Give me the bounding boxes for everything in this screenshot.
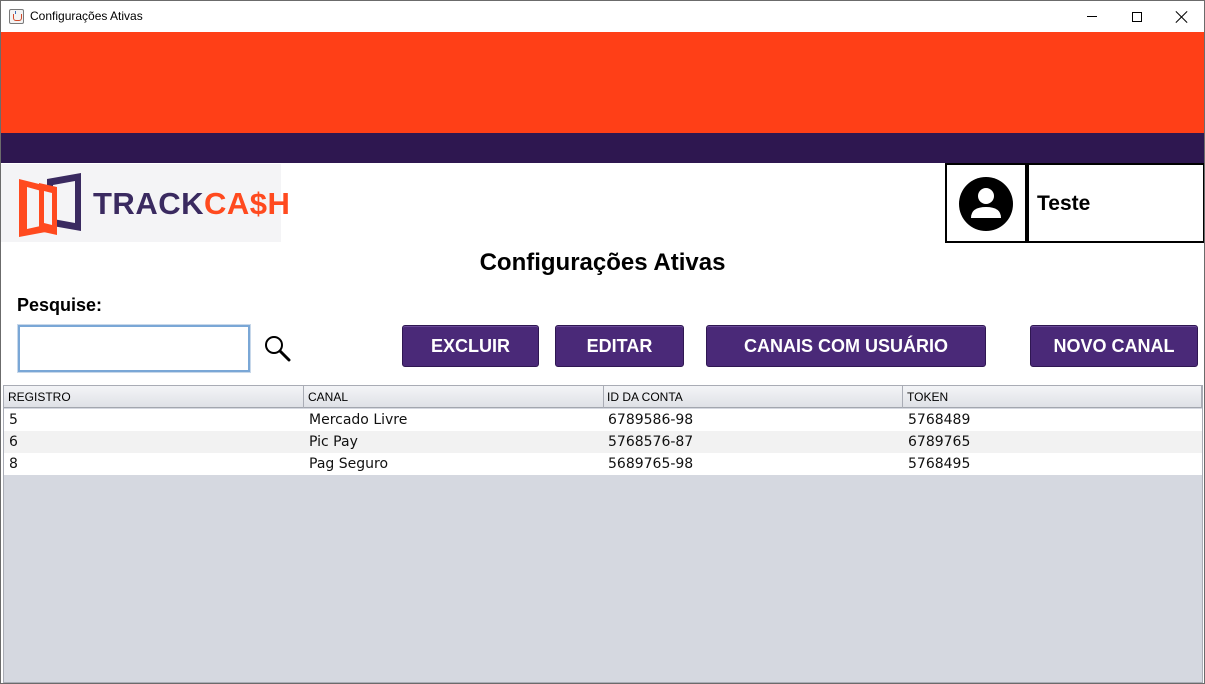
cell-id-conta: 6789586-98 [608, 412, 694, 428]
cell-canal: Pag Seguro [309, 456, 389, 472]
logo-text-track: TRACK [93, 186, 204, 221]
cell-token: 5768489 [908, 412, 971, 428]
page-title: Configurações Ativas [479, 249, 726, 276]
header-banner-purple [1, 133, 1204, 163]
close-icon [1176, 11, 1188, 23]
cell-registro: 5 [9, 412, 18, 428]
new-channel-button[interactable]: NOVO CANAL [1030, 325, 1198, 367]
user-avatar-box[interactable] [945, 163, 1027, 243]
close-button[interactable] [1159, 1, 1204, 32]
door-logo-icon [19, 173, 81, 237]
channels-with-user-button[interactable]: CANAIS COM USUÁRIO [706, 325, 986, 367]
minimize-button[interactable] [1069, 1, 1115, 32]
cell-canal: Mercado Livre [309, 412, 408, 428]
table-header: REGISTRO CANAL ID DA CONTA TOKEN [4, 386, 1202, 408]
java-app-icon [9, 9, 24, 24]
minimize-icon [1087, 16, 1097, 17]
search-label: Pesquise: [17, 295, 103, 315]
column-header-id-conta[interactable]: ID DA CONTA [603, 386, 903, 408]
cell-registro: 8 [9, 456, 18, 472]
table-row[interactable]: 8 Pag Seguro 5689765-98 5768495 [4, 453, 1202, 475]
cell-canal: Pic Pay [309, 434, 358, 450]
window-title: Configurações Ativas [30, 9, 143, 23]
cell-id-conta: 5689765-98 [608, 456, 694, 472]
table-row[interactable]: 5 Mercado Livre 6789586-98 5768489 [4, 409, 1202, 431]
title-bar[interactable]: Configurações Ativas [1, 1, 1204, 32]
header-banner-orange [1, 32, 1204, 133]
delete-button[interactable]: EXCLUIR [402, 325, 539, 367]
cell-id-conta: 5768576-87 [608, 434, 694, 450]
trackcash-logo: TRACKCA$H [1, 164, 290, 242]
logo-wordmark: TRACKCA$H [93, 186, 290, 222]
column-header-canal[interactable]: CANAL [304, 386, 604, 408]
user-avatar-icon [959, 177, 1013, 231]
user-name-box: Teste [1027, 163, 1204, 243]
maximize-icon [1132, 11, 1142, 22]
table-row[interactable]: 6 Pic Pay 5768576-87 6789765 [4, 431, 1202, 453]
cell-token: 6789765 [908, 434, 971, 450]
edit-button[interactable]: EDITAR [555, 325, 684, 367]
search-input[interactable] [17, 324, 251, 373]
app-window: Configurações Ativas TRACKCA$H Teste Con… [0, 0, 1205, 684]
logo-text-cash: CA$H [204, 186, 291, 221]
cell-registro: 6 [9, 434, 18, 450]
user-name: Teste [1037, 192, 1091, 215]
column-header-token[interactable]: TOKEN [903, 386, 1202, 408]
maximize-button[interactable] [1114, 1, 1160, 32]
configurations-table[interactable]: REGISTRO CANAL ID DA CONTA TOKEN 5 Merca… [3, 385, 1203, 683]
column-header-registro[interactable]: REGISTRO [4, 386, 304, 408]
search-icon[interactable] [263, 334, 291, 362]
cell-token: 5768495 [908, 456, 971, 472]
